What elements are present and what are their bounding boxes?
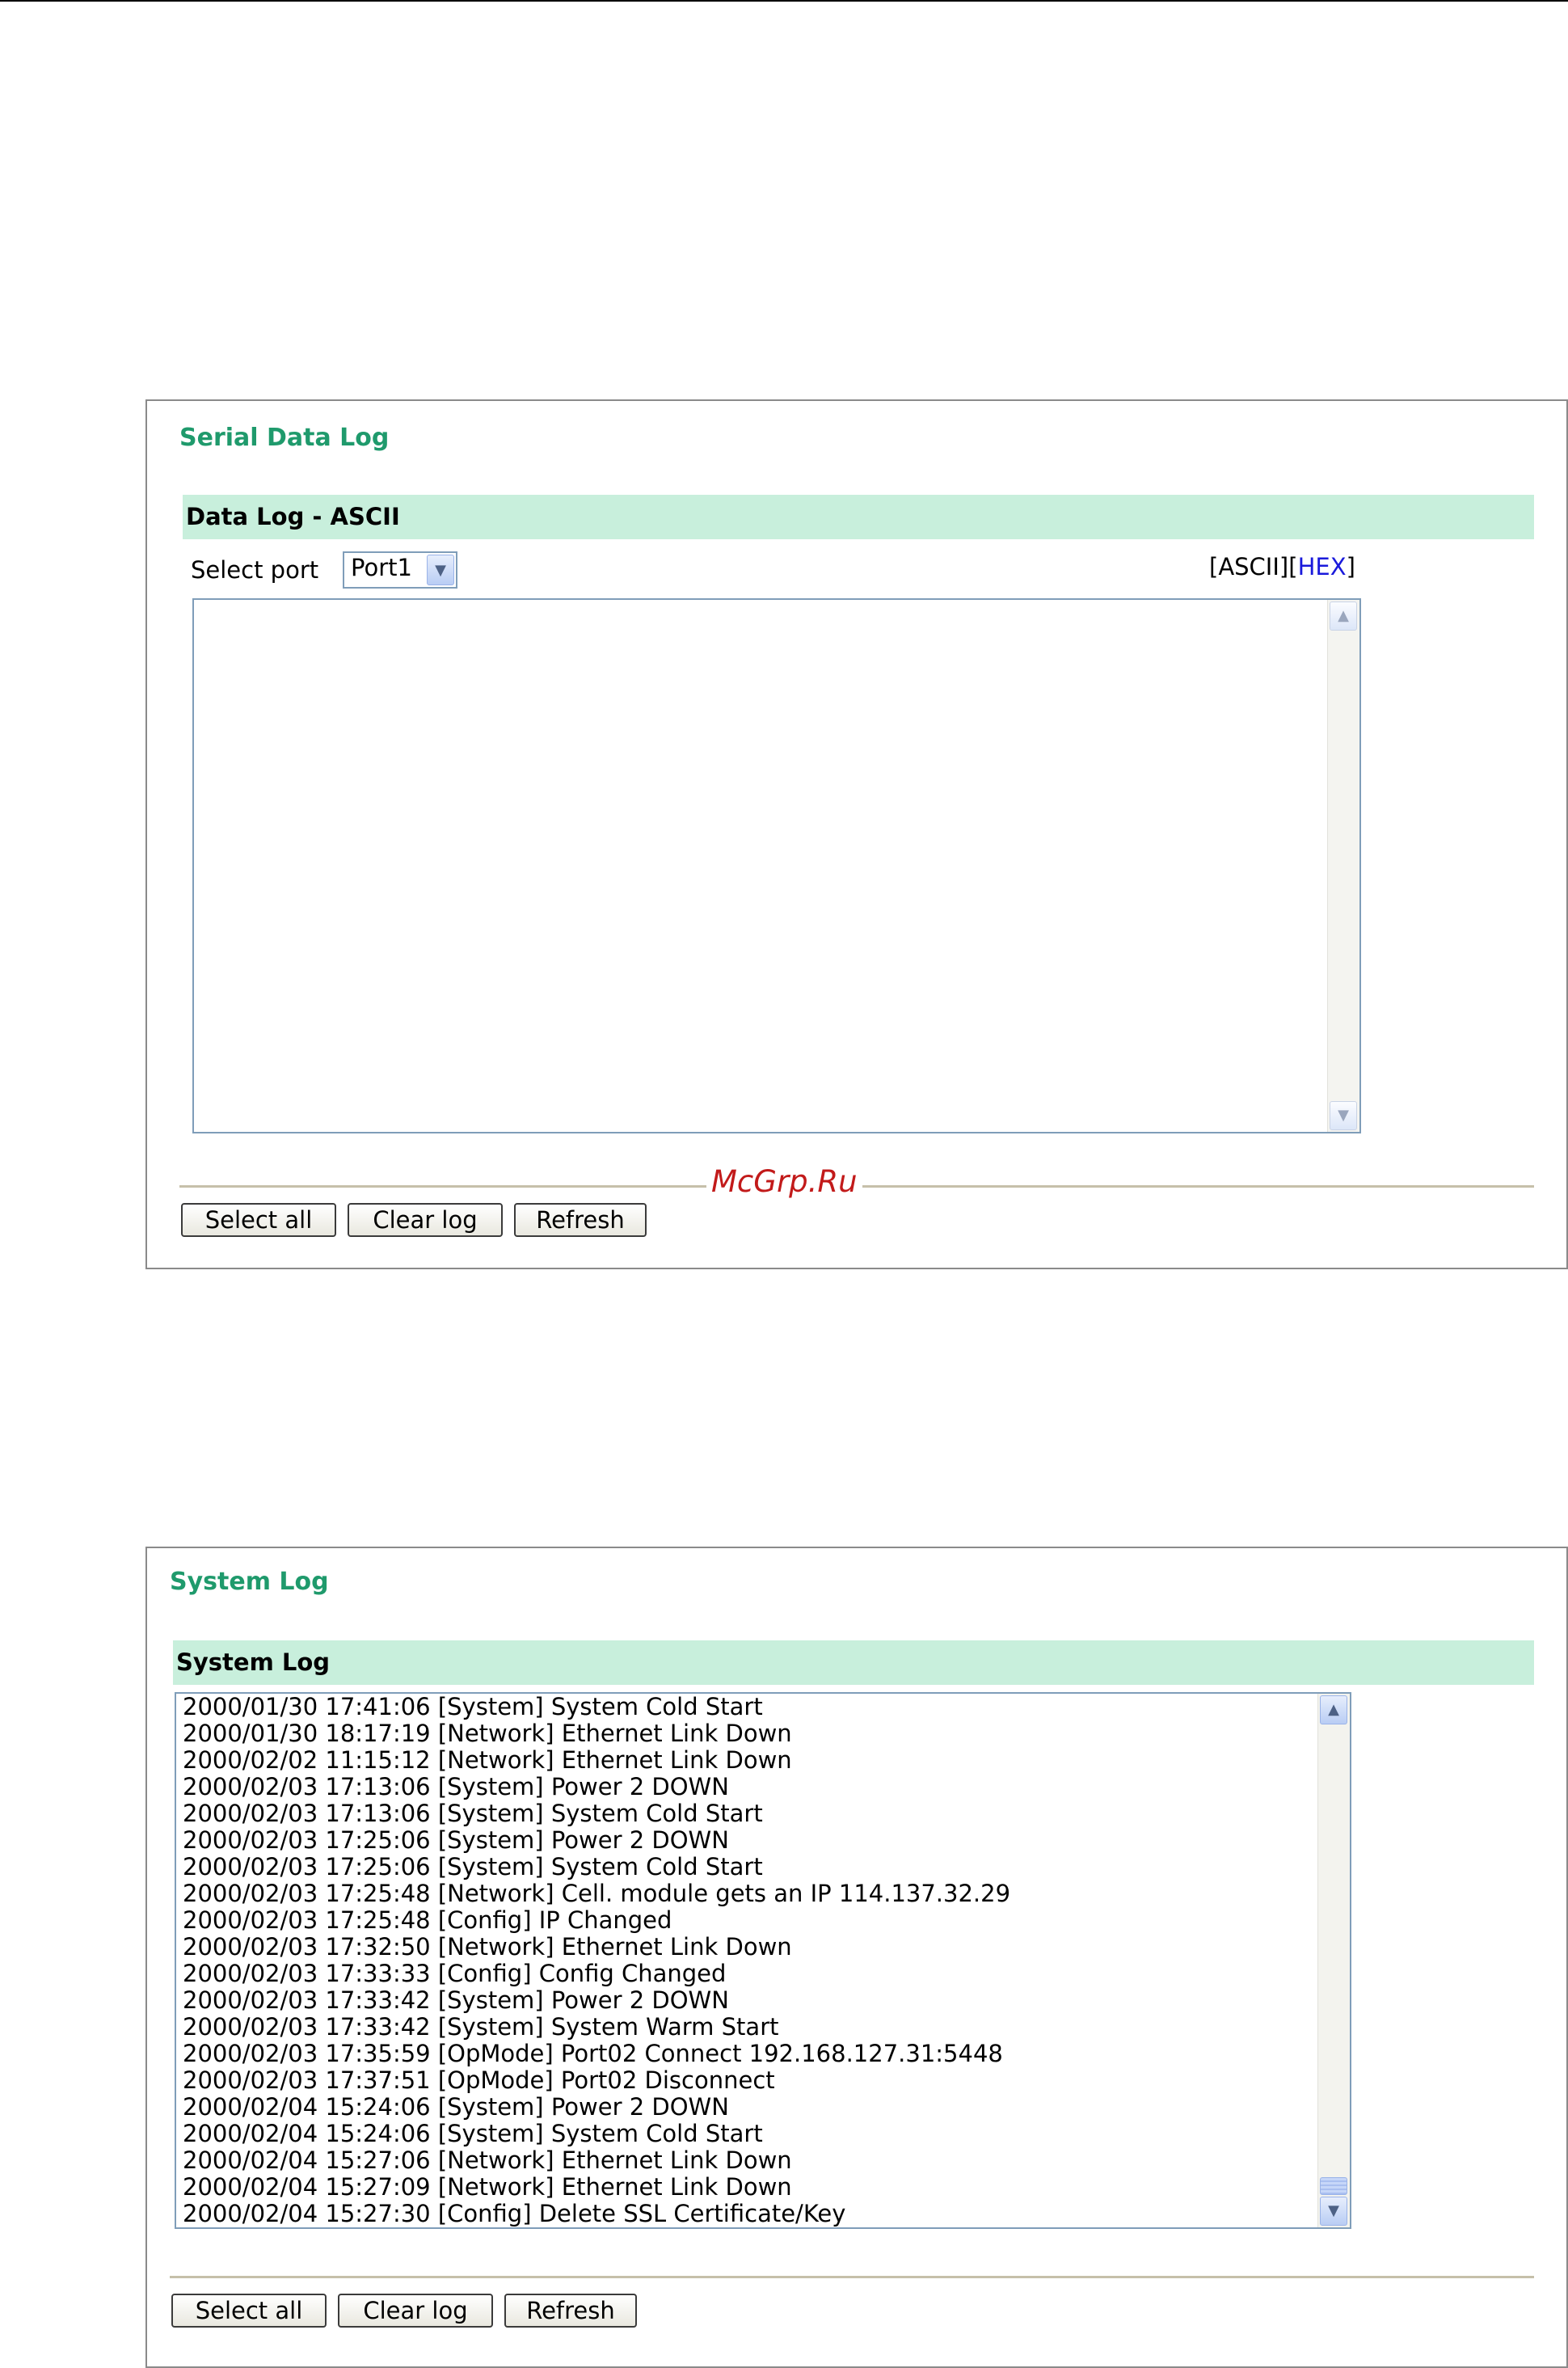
log-line: 2000/02/04 15:27:30 [Config] Delete SSL …: [183, 2200, 846, 2227]
log-line: 2000/01/30 17:41:06 [System] System Cold…: [183, 1693, 763, 1720]
log-line: 2000/02/03 17:33:42 [System] System Warm…: [183, 2013, 779, 2041]
log-line: 2000/02/03 17:25:48 [Config] IP Changed: [183, 1906, 672, 1934]
log-line: 2000/02/03 17:13:06 [System] System Cold…: [183, 1800, 763, 1827]
select-all-button[interactable]: Select all: [181, 1203, 336, 1237]
scroll-down-arrow-icon[interactable]: ▼: [1330, 1101, 1357, 1130]
scroll-up-arrow-icon[interactable]: ▲: [1330, 601, 1357, 631]
log-line: 2000/02/03 17:33:42 [System] Power 2 DOW…: [183, 1986, 729, 2014]
textarea-scrollbar[interactable]: ▲ ▼: [1317, 1694, 1350, 2227]
hex-bracket-open: [: [1288, 553, 1298, 580]
system-log-textarea[interactable]: 2000/01/30 17:41:06 [System] System Cold…: [175, 1692, 1351, 2229]
chevron-down-icon[interactable]: ▼: [427, 555, 454, 585]
panel-title: Serial Data Log: [179, 424, 390, 452]
clear-log-button[interactable]: Clear log: [348, 1203, 503, 1237]
hex-bracket-close: ]: [1346, 553, 1355, 580]
log-line: 2000/01/30 18:17:19 [Network] Ethernet L…: [183, 1720, 792, 1747]
log-line: 2000/02/03 17:35:59 [OpMode] Port02 Conn…: [183, 2040, 1003, 2067]
log-line: 2000/02/03 17:25:48 [Network] Cell. modu…: [183, 1880, 1011, 1907]
log-line: 2000/02/04 15:24:06 [System] System Cold…: [183, 2120, 763, 2147]
log-line: 2000/02/04 15:27:06 [Network] Ethernet L…: [183, 2146, 792, 2174]
hex-link[interactable]: HEX: [1298, 553, 1347, 580]
serial-log-textarea[interactable]: ▲ ▼: [192, 598, 1361, 1133]
select-all-button[interactable]: Select all: [171, 2294, 327, 2328]
log-line: 2000/02/02 11:15:12 [Network] Ethernet L…: [183, 1746, 792, 1774]
ascii-link[interactable]: [ASCII]: [1209, 553, 1288, 580]
scroll-thumb[interactable]: [1320, 2177, 1347, 2195]
log-line: 2000/02/03 17:25:06 [System] Power 2 DOW…: [183, 1826, 729, 1854]
section-header: System Log: [173, 1640, 1534, 1685]
port-select[interactable]: Port1 ▼: [343, 551, 457, 589]
system-log-content: 2000/01/30 17:41:06 [System] System Cold…: [183, 1694, 1010, 2227]
log-line: 2000/02/04 15:24:06 [System] Power 2 DOW…: [183, 2093, 729, 2121]
panel-title: System Log: [170, 1568, 329, 1596]
log-line: 2000/02/03 17:25:06 [System] System Cold…: [183, 1853, 763, 1880]
scroll-up-arrow-icon[interactable]: ▲: [1320, 1695, 1347, 1724]
page-top-rule: [0, 0, 1568, 2]
textarea-scrollbar[interactable]: ▲ ▼: [1327, 600, 1359, 1132]
section-header: Data Log - ASCII: [183, 495, 1534, 539]
clear-log-button[interactable]: Clear log: [338, 2294, 493, 2328]
refresh-button[interactable]: Refresh: [504, 2294, 637, 2328]
select-port-label: Select port: [191, 556, 319, 584]
log-line: 2000/02/04 15:27:09 [Network] Ethernet L…: [183, 2173, 792, 2201]
watermark: McGrp.Ru: [706, 1164, 862, 1199]
log-line: 2000/02/03 17:33:33 [Config] Config Chan…: [183, 1960, 727, 1987]
log-line: 2000/02/03 17:13:06 [System] Power 2 DOW…: [183, 1773, 729, 1800]
port-select-value: Port1: [351, 554, 412, 581]
refresh-button[interactable]: Refresh: [514, 1203, 647, 1237]
log-line: 2000/02/03 17:32:50 [Network] Ethernet L…: [183, 1933, 792, 1961]
view-mode-links: [ASCII][HEX]: [1209, 553, 1355, 580]
serial-data-log-panel: Serial Data Log Data Log - ASCII Select …: [145, 399, 1568, 1269]
scroll-down-arrow-icon[interactable]: ▼: [1320, 2197, 1347, 2226]
log-line: 2000/02/03 17:37:51 [OpMode] Port02 Disc…: [183, 2066, 775, 2094]
divider: [170, 2276, 1534, 2278]
system-log-panel: System Log System Log 2000/01/30 17:41:0…: [145, 1547, 1568, 2368]
